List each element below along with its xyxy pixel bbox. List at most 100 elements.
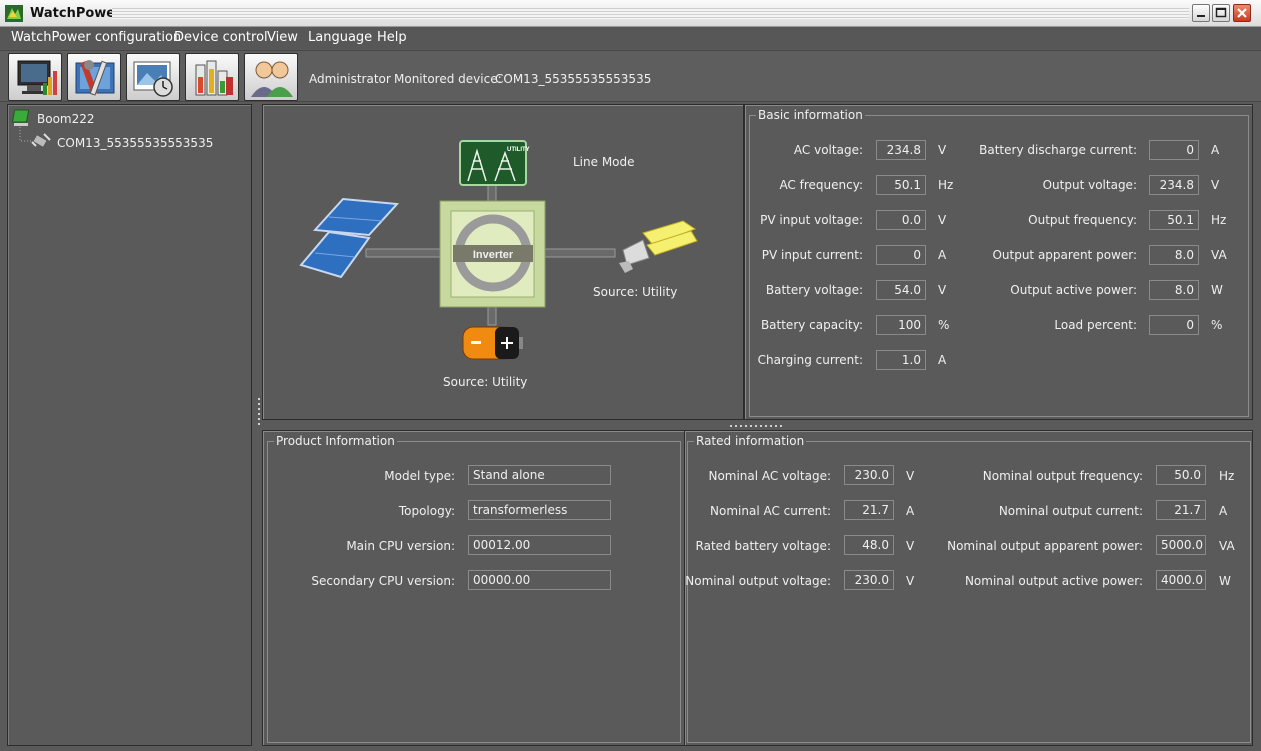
window-title: WatchPower	[30, 6, 122, 21]
menu-device-control[interactable]: Device control	[174, 30, 268, 45]
computer-icon	[12, 109, 30, 126]
battery-voltage-unit: V	[938, 283, 947, 297]
pv-input-current-label: PV input current:	[761, 248, 863, 262]
pv-input-voltage-value: 0.0	[876, 210, 926, 230]
menu-language[interactable]: Language	[308, 30, 372, 45]
nominal-ac-current-value: 21.7	[844, 500, 894, 520]
monitored-device-value: COM13_55355535553535	[495, 72, 652, 86]
secondary-cpu-version-value: 00000.00	[468, 570, 611, 590]
nominal-output-current-label: Nominal output current:	[998, 504, 1143, 518]
nominal-output-current-unit: A	[1219, 504, 1228, 518]
nominal-output-apparent-power-label: Nominal output apparent power:	[947, 539, 1143, 553]
close-button[interactable]	[1233, 4, 1251, 22]
ac-frequency-value: 50.1	[876, 175, 926, 195]
device-tree: Boom222 COM13_55355535553535	[7, 104, 252, 746]
charging-current-value: 1.0	[876, 350, 926, 370]
battery-discharge-current-unit: A	[1211, 143, 1220, 157]
output-active-power-value: 8.0	[1149, 280, 1199, 300]
nominal-output-voltage-value: 230.0	[844, 570, 894, 590]
load-percent-label: Load percent:	[1054, 318, 1137, 332]
output-frequency-label: Output frequency:	[1028, 213, 1137, 227]
minimize-icon	[1197, 15, 1205, 17]
basic-information-panel: Basic information AC voltage: 234.8 V AC…	[744, 104, 1253, 420]
battery-icon	[462, 326, 523, 360]
nominal-output-active-power-label: Nominal output active power:	[964, 574, 1143, 588]
toolbar-battery-chart-button[interactable]	[185, 53, 239, 101]
topology-label: Topology:	[398, 504, 455, 518]
rated-battery-voltage-value: 48.0	[844, 535, 894, 555]
users-icon	[251, 61, 293, 97]
nominal-output-voltage-unit: V	[906, 574, 915, 588]
load-percent-unit: %	[1211, 318, 1223, 332]
ac-frequency-unit: Hz	[938, 178, 954, 192]
menu-watchpower-configuration[interactable]: WatchPower configuration	[11, 30, 181, 45]
tools-icon	[75, 60, 115, 96]
output-frequency-value: 50.1	[1149, 210, 1199, 230]
toolbar-photo-clock-button[interactable]	[126, 53, 180, 101]
topology-value: transformerless	[468, 500, 611, 520]
title-bar-grip[interactable]	[112, 8, 1189, 19]
nominal-ac-voltage-unit: V	[906, 469, 915, 483]
pv-input-voltage-unit: V	[938, 213, 947, 227]
load-percent-value: 0	[1149, 315, 1199, 335]
energy-flow-panel: UTILITY Inverter Line Mode Source: Utili…	[262, 104, 744, 420]
main-cpu-version-value: 00012.00	[468, 535, 611, 555]
toolbar-monitor-button[interactable]	[8, 53, 62, 101]
minimize-button[interactable]	[1192, 4, 1210, 22]
output-apparent-power-value: 8.0	[1149, 245, 1199, 265]
rated-information-title: Rated information	[694, 434, 807, 448]
current-user: Administrator	[309, 72, 391, 86]
output-voltage-unit: V	[1211, 178, 1220, 192]
tree-device-item[interactable]: COM13_55355535553535	[57, 136, 213, 150]
nominal-output-current-value: 21.7	[1156, 500, 1206, 520]
nominal-ac-current-unit: A	[906, 504, 915, 518]
pv-input-voltage-label: PV input voltage:	[760, 213, 863, 227]
rated-information-group: Rated information	[687, 434, 1251, 743]
photo-clock-icon	[133, 61, 173, 97]
product-information-title: Product Information	[274, 434, 397, 448]
model-type-value: Stand alone	[468, 465, 611, 485]
nominal-ac-current-label: Nominal AC current:	[710, 504, 831, 518]
energy-flow-diagram: UTILITY Inverter	[299, 140, 698, 360]
inverter-icon: Inverter	[439, 200, 546, 308]
nominal-ac-voltage-label: Nominal AC voltage:	[708, 469, 831, 483]
battery-discharge-current-value: 0	[1149, 140, 1199, 160]
toolbar: Administrator Monitored device: COM13_55…	[0, 50, 1261, 102]
pv-input-current-value: 0	[876, 245, 926, 265]
pv-input-current-unit: A	[938, 248, 947, 262]
output-voltage-label: Output voltage:	[1042, 178, 1137, 192]
secondary-cpu-version-label: Secondary CPU version:	[311, 574, 455, 588]
monitor-icon	[17, 60, 57, 95]
product-information-group: Product Information	[267, 434, 681, 743]
toolbar-users-button[interactable]	[244, 53, 298, 101]
ac-voltage-value: 234.8	[876, 140, 926, 160]
charging-current-unit: A	[938, 353, 947, 367]
utility-grid-icon: UTILITY	[459, 140, 530, 186]
output-voltage-value: 234.8	[1149, 175, 1199, 195]
maximize-button[interactable]	[1212, 4, 1230, 22]
battery-voltage-value: 54.0	[876, 280, 926, 300]
battery-capacity-unit: %	[938, 318, 950, 332]
battery-source: Source: Utility	[443, 375, 528, 389]
ac-frequency-label: AC frequency:	[779, 178, 863, 192]
basic-information-title: Basic information	[756, 108, 865, 122]
nominal-output-frequency-value: 50.0	[1156, 465, 1206, 485]
battery-discharge-current-label: Battery discharge current:	[979, 143, 1137, 157]
inverter-label: Inverter	[473, 249, 514, 261]
ac-voltage-label: AC voltage:	[793, 143, 863, 157]
splitter-handle-vertical[interactable]	[258, 398, 260, 428]
tree-root[interactable]: Boom222	[37, 112, 95, 126]
charging-current-label: Charging current:	[757, 353, 863, 367]
nominal-output-apparent-power-value: 5000.0	[1156, 535, 1206, 555]
toolbar-tools-button[interactable]	[67, 53, 121, 101]
splitter-handle-horizontal[interactable]	[730, 425, 785, 427]
device-plug-icon	[31, 133, 51, 149]
menu-help[interactable]: Help	[377, 30, 407, 45]
rated-information-panel: Rated information Nominal AC voltage: 23…	[684, 430, 1253, 746]
solar-panel-icon	[299, 197, 400, 279]
nominal-output-frequency-unit: Hz	[1219, 469, 1235, 483]
operating-mode: Line Mode	[573, 155, 635, 169]
nominal-output-voltage-label: Nominal output voltage:	[685, 574, 831, 588]
menu-view[interactable]: View	[267, 30, 298, 45]
rated-battery-voltage-unit: V	[906, 539, 915, 553]
